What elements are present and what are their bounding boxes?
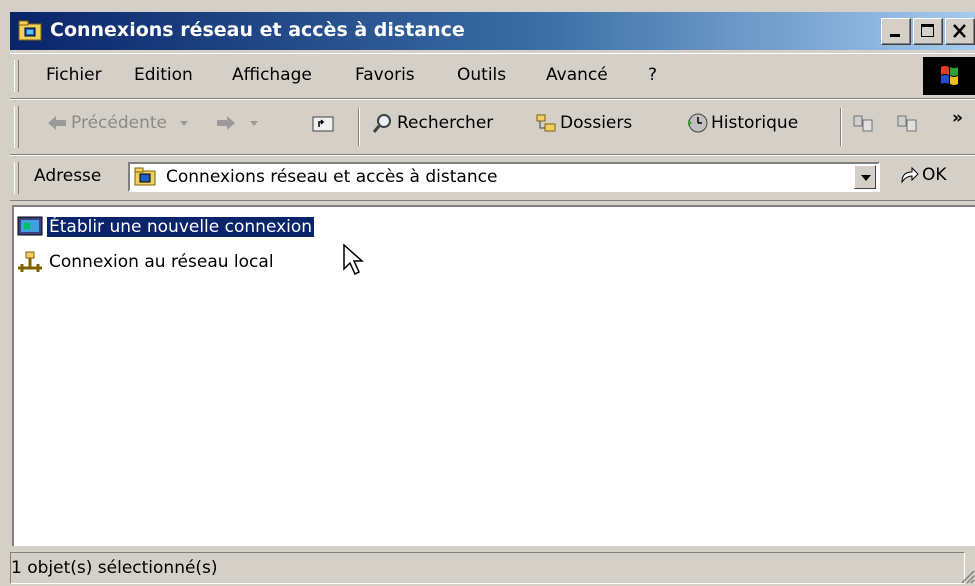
history-label: Historique: [711, 113, 799, 133]
forward-dropdown-icon[interactable]: [248, 118, 260, 128]
search-icon: [372, 114, 391, 133]
window-title: Connexions réseau et accès à distance: [50, 19, 465, 41]
address-label: Adresse: [34, 166, 102, 186]
copy-to-button[interactable]: [896, 112, 918, 134]
menu-edition[interactable]: Edition: [134, 65, 193, 85]
back-arrow-icon: [48, 116, 66, 130]
toolbar-grip[interactable]: [14, 106, 19, 148]
toolbar-separator: [358, 108, 360, 146]
list-item-label: Connexion au réseau local: [49, 252, 274, 272]
menu-fichier[interactable]: Fichier: [46, 65, 102, 85]
history-icon: [688, 113, 708, 133]
back-dropdown-icon[interactable]: [178, 118, 190, 128]
toolbar-overflow-button[interactable]: »: [952, 108, 963, 128]
menu-affichage[interactable]: Affichage: [232, 65, 312, 85]
address-grip[interactable]: [14, 162, 19, 194]
folder-network-icon: [18, 20, 42, 41]
go-arrow-icon: [901, 166, 919, 184]
list-item-label: Établir une nouvelle connexion: [45, 216, 316, 238]
up-folder-button[interactable]: [312, 112, 334, 134]
toolbar-separator: [840, 108, 842, 146]
search-button[interactable]: Rechercher: [372, 112, 493, 134]
list-item-new-connection[interactable]: Établir une nouvelle connexion: [16, 215, 316, 239]
menu-help[interactable]: ?: [648, 65, 657, 85]
history-button[interactable]: Historique: [686, 112, 798, 134]
folder-network-icon: [134, 167, 156, 186]
title-bar[interactable]: Connexions réseau et accès à distance: [10, 12, 975, 50]
windows-flag-icon: [941, 66, 958, 85]
forward-button[interactable]: [215, 112, 260, 134]
new-connection-icon: [17, 216, 43, 236]
folders-button[interactable]: Dossiers: [535, 112, 632, 134]
move-to-button[interactable]: [852, 112, 874, 134]
close-icon: [953, 24, 966, 38]
copy-to-icon: [897, 115, 917, 132]
forward-arrow-icon: [217, 116, 235, 130]
search-label: Rechercher: [397, 113, 494, 133]
folders-icon: [536, 114, 556, 132]
address-input[interactable]: Connexions réseau et accès à distance: [128, 162, 880, 192]
move-to-icon: [853, 115, 873, 132]
address-value: Connexions réseau et accès à distance: [166, 167, 498, 187]
status-bar: 1 objet(s) sélectionné(s): [10, 548, 975, 586]
menu-avance[interactable]: Avancé: [546, 65, 608, 85]
menu-grip[interactable]: [14, 60, 19, 92]
go-button[interactable]: OK: [898, 164, 947, 186]
menu-favoris[interactable]: Favoris: [355, 65, 415, 85]
minimize-button[interactable]: [881, 18, 911, 45]
lan-connection-icon: [18, 251, 42, 272]
back-button[interactable]: Précédente: [46, 112, 190, 134]
maximize-button[interactable]: [913, 18, 943, 45]
go-label: OK: [922, 165, 947, 185]
windows-logo: [923, 57, 975, 95]
file-list-view[interactable]: Établir une nouvelle connexion Connexion…: [12, 205, 975, 546]
status-text: 1 objet(s) sélectionné(s): [11, 558, 218, 578]
menu-outils[interactable]: Outils: [457, 65, 506, 85]
explorer-window: Connexions réseau et accès à distance Fi…: [0, 0, 975, 586]
back-label: Précédente: [71, 113, 167, 133]
menu-bar: Fichier Edition Affichage Favoris Outils…: [10, 53, 975, 99]
close-button[interactable]: [945, 18, 975, 45]
address-bar: Adresse Connexions réseau et accès à dis…: [10, 155, 975, 201]
standard-toolbar: Précédente Rechercher Dossiers Historiqu…: [10, 99, 975, 155]
mouse-cursor-icon: [343, 243, 364, 276]
up-folder-icon: [312, 116, 334, 132]
resize-grip-icon[interactable]: [961, 570, 975, 584]
address-dropdown-button[interactable]: [854, 165, 876, 189]
status-pane: 1 objet(s) sélectionné(s): [10, 552, 965, 584]
list-item-lan-connection[interactable]: Connexion au réseau local: [16, 250, 276, 274]
folders-label: Dossiers: [560, 113, 633, 133]
